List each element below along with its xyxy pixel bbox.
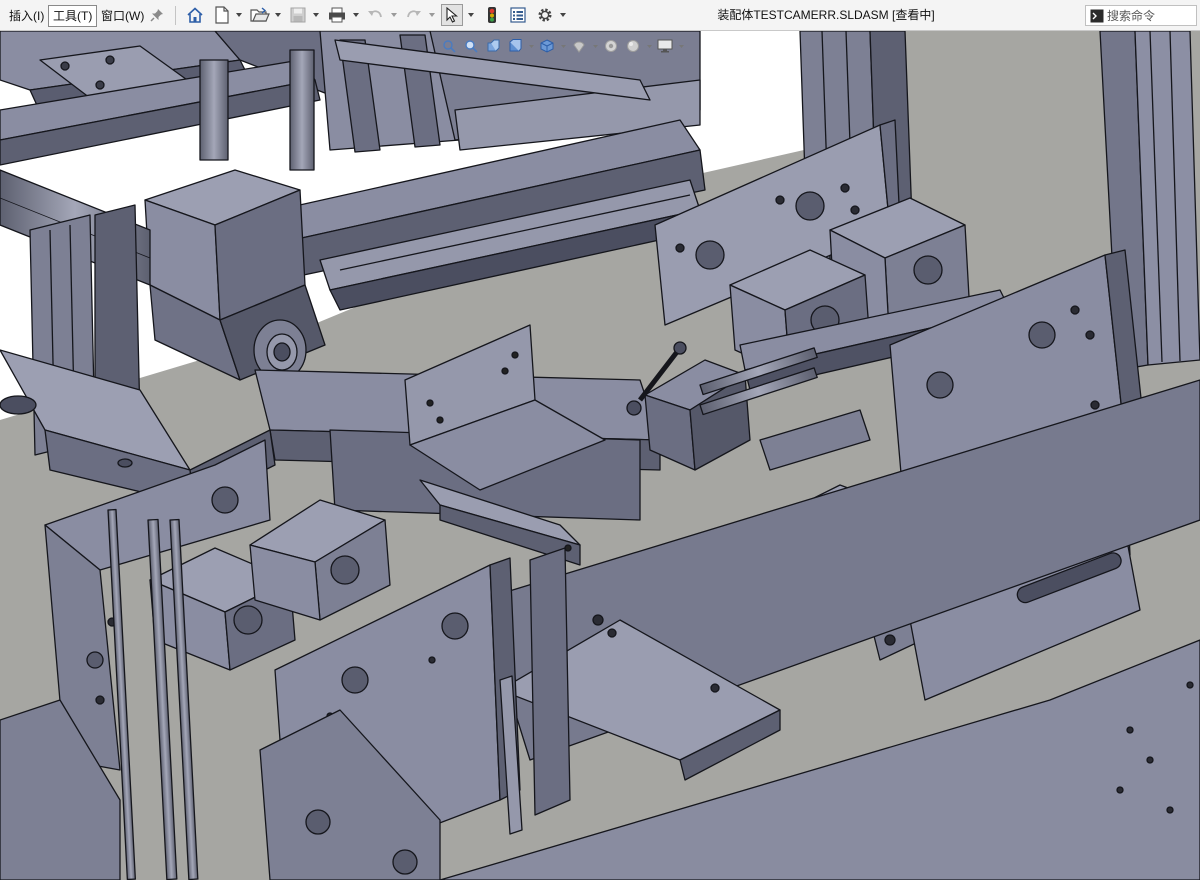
chevron-down-icon[interactable] — [528, 38, 534, 55]
chevron-down-icon[interactable] — [273, 4, 282, 26]
graphics-viewport[interactable] — [0, 31, 1200, 880]
hide-show-items-icon[interactable] — [602, 38, 620, 55]
chevron-down-icon[interactable] — [560, 38, 566, 55]
menu-tools[interactable]: 工具(T) — [48, 5, 98, 27]
new-document-icon[interactable] — [211, 4, 233, 26]
solidworks-window: 插入(I) 工具(T) 窗口(W) 装配体TESTCAMERR.SLDASM [… — [0, 0, 1200, 880]
chevron-down-icon[interactable] — [234, 4, 243, 26]
chevron-down-icon[interactable] — [427, 4, 436, 26]
open-folder-icon[interactable] — [249, 4, 271, 26]
assembly-model-render — [0, 31, 1200, 880]
chevron-down-icon[interactable] — [558, 4, 567, 26]
menu-insert[interactable]: 插入(I) — [5, 5, 48, 27]
search-input[interactable] — [1107, 8, 1193, 23]
chevron-down-icon[interactable] — [311, 4, 320, 26]
zoom-to-fit-icon[interactable] — [440, 38, 458, 55]
edit-appearance-icon[interactable] — [624, 38, 642, 55]
document-title: 装配体TESTCAMERR.SLDASM [查看中] — [717, 8, 935, 22]
display-style-icon[interactable] — [570, 38, 588, 55]
save-icon[interactable] — [287, 4, 309, 26]
chevron-down-icon[interactable] — [466, 4, 475, 26]
view-orientation-icon[interactable] — [538, 38, 556, 55]
chevron-down-icon[interactable] — [646, 38, 652, 55]
menu-window[interactable]: 窗口(W) — [97, 5, 148, 27]
toolbar-separator — [175, 6, 176, 25]
chevron-down-icon[interactable] — [351, 4, 360, 26]
print-icon[interactable] — [326, 4, 348, 26]
home-icon[interactable] — [184, 4, 206, 26]
search-commands-box[interactable] — [1085, 5, 1197, 26]
redo-icon[interactable] — [403, 4, 425, 26]
pin-icon[interactable] — [146, 4, 168, 26]
previous-view-icon[interactable] — [484, 38, 502, 55]
chevron-down-icon[interactable] — [389, 4, 398, 26]
options-gear-icon[interactable] — [534, 4, 556, 26]
undo-icon[interactable] — [364, 4, 386, 26]
command-prompt-icon — [1090, 9, 1104, 22]
chevron-down-icon[interactable] — [592, 38, 598, 55]
traffic-light-icon[interactable] — [481, 4, 503, 26]
select-pointer-icon[interactable] — [441, 4, 463, 26]
heads-up-view-toolbar — [440, 37, 684, 55]
section-view-icon[interactable] — [506, 38, 524, 55]
command-bar: 插入(I) 工具(T) 窗口(W) 装配体TESTCAMERR.SLDASM [… — [0, 0, 1200, 31]
view-settings-icon[interactable] — [656, 38, 674, 55]
chevron-down-icon[interactable] — [678, 38, 684, 55]
file-properties-icon[interactable] — [507, 4, 529, 26]
zoom-to-area-icon[interactable] — [462, 38, 480, 55]
